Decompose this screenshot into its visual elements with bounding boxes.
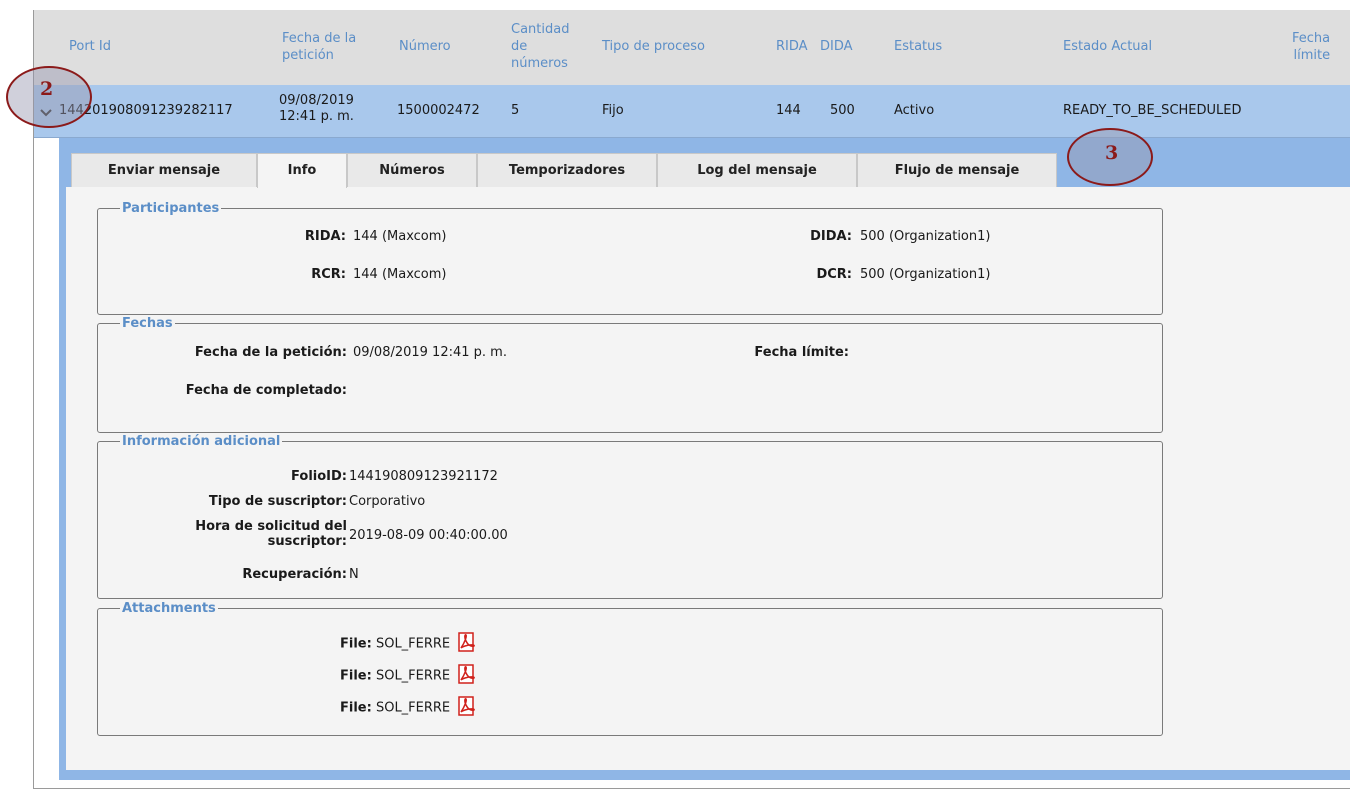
pdf-icon[interactable] xyxy=(457,632,477,656)
rida-value: 144 (Maxcom) xyxy=(353,229,447,244)
fecha-completado-label: Fecha de completado: xyxy=(185,383,347,398)
participantes-legend: Participantes xyxy=(122,201,220,216)
tab-info[interactable]: Info xyxy=(257,153,347,188)
file-label: File: xyxy=(340,700,372,716)
recuperacion-label: Recuperación: xyxy=(242,567,347,582)
recuperacion-value: N xyxy=(349,567,359,582)
file-name[interactable]: SOL_FERRE xyxy=(376,701,450,716)
hora-solicitud-value: 2019-08-09 00:40:00.00 xyxy=(349,528,508,543)
col-fecha-limite[interactable]: Fecha límite xyxy=(1292,30,1330,64)
dcr-value: 500 (Organization1) xyxy=(860,267,991,282)
attachments-section: Attachments xyxy=(97,601,1163,736)
cell-tipo-proceso: Fijo xyxy=(602,103,624,118)
fecha-peticion-value: 09/08/2019 12:41 p. m. xyxy=(353,345,507,360)
col-dida[interactable]: DIDA xyxy=(820,38,853,55)
dida-value: 500 (Organization1) xyxy=(860,229,991,244)
file-name[interactable]: SOL_FERRE xyxy=(376,669,450,684)
col-rida[interactable]: RIDA xyxy=(776,38,808,55)
col-estado-actual[interactable]: Estado Actual xyxy=(1063,38,1152,55)
col-port-id[interactable]: Port Id xyxy=(69,38,111,55)
cell-rida: 144 xyxy=(776,103,801,118)
fechas-legend: Fechas xyxy=(122,316,173,331)
tab-flujo-mensaje[interactable]: Flujo de mensaje xyxy=(857,153,1057,187)
info-adicional-legend: Información adicional xyxy=(122,434,281,449)
col-fecha-peticion[interactable]: Fecha de la petición xyxy=(282,30,356,64)
tab-log-mensaje[interactable]: Log del mensaje xyxy=(657,153,857,187)
annotation-marker-2: 2 xyxy=(6,66,92,128)
cell-cantidad: 5 xyxy=(511,103,520,118)
dida-label: DIDA: xyxy=(810,229,852,244)
file-name[interactable]: SOL_FERRE xyxy=(376,637,450,652)
attachments-legend: Attachments xyxy=(122,601,216,616)
suscriptor-value: Corporativo xyxy=(349,494,426,509)
col-tipo-proceso[interactable]: Tipo de proceso xyxy=(602,38,705,55)
suscriptor-label: Tipo de suscriptor: xyxy=(208,494,347,509)
rcr-value: 144 (Maxcom) xyxy=(353,267,447,282)
rcr-label: RCR: xyxy=(311,267,346,282)
cell-fecha-peticion: 09/08/2019 12:41 p. m. xyxy=(279,93,354,124)
fecha-peticion-label: Fecha de la petición: xyxy=(194,345,347,360)
col-estatus[interactable]: Estatus xyxy=(894,38,942,55)
folio-value: 144190809123921172 xyxy=(349,469,498,484)
hora-solicitud-label: Hora de solicitud del suscriptor: xyxy=(195,519,347,549)
col-numero[interactable]: Número xyxy=(399,38,451,55)
cell-estatus: Activo xyxy=(894,103,935,118)
file-label: File: xyxy=(340,636,372,652)
dcr-label: DCR: xyxy=(816,267,852,282)
cell-dida: 500 xyxy=(830,103,855,118)
pdf-icon[interactable] xyxy=(457,664,477,688)
attachment-item[interactable]: File: SOL_FERRE xyxy=(340,696,477,720)
tab-temporizadores[interactable]: Temporizadores xyxy=(477,153,657,187)
col-cantidad[interactable]: Cantidad de números xyxy=(511,21,569,72)
cell-numero: 1500002472 xyxy=(397,103,480,118)
attachment-item[interactable]: File: SOL_FERRE xyxy=(340,632,477,656)
cell-estado-actual: READY_TO_BE_SCHEDULED xyxy=(1063,103,1242,118)
fechas-section: Fechas xyxy=(97,316,1163,433)
folio-label: FolioID: xyxy=(291,469,347,484)
participantes-section: Participantes xyxy=(97,201,1163,315)
pdf-icon[interactable] xyxy=(457,696,477,720)
file-label: File: xyxy=(340,668,372,684)
rida-label: RIDA: xyxy=(304,229,346,244)
annotation-marker-3: 3 xyxy=(1067,128,1153,186)
tab-enviar-mensaje[interactable]: Enviar mensaje xyxy=(71,153,257,187)
fecha-limite-label: Fecha límite: xyxy=(754,345,849,360)
attachment-item[interactable]: File: SOL_FERRE xyxy=(340,664,477,688)
tab-numeros[interactable]: Números xyxy=(347,153,477,187)
